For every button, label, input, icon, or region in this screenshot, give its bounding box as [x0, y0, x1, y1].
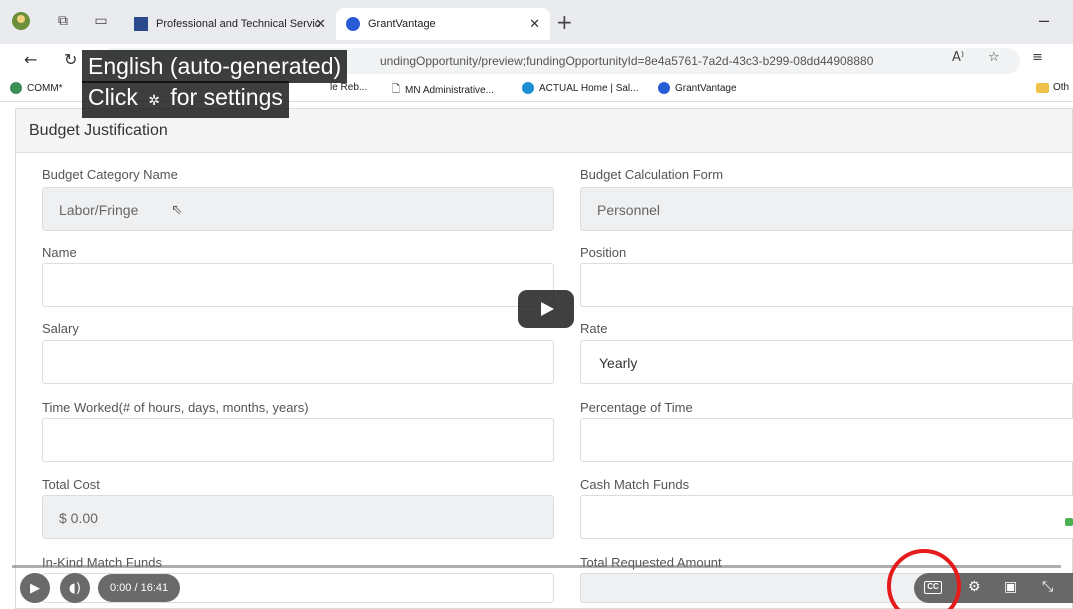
settings-gear-icon[interactable]: ⚙ [968, 579, 981, 595]
budget-calculation-form-label: Budget Calculation Form [580, 167, 724, 182]
input-helper-icon [1065, 518, 1073, 526]
salesforce-icon [522, 82, 534, 94]
budget-category-name-field[interactable]: Labor/Fringe [42, 187, 554, 231]
bookmark-actual-home[interactable]: ACTUAL Home | Sal... [522, 82, 638, 94]
bookmark-reb[interactable]: le Reb... [330, 82, 367, 93]
bookmark-label: le Reb... [330, 82, 368, 93]
position-label: Position [580, 245, 627, 260]
close-tab-icon[interactable]: ✕ [315, 17, 326, 32]
caption-text: for settings [170, 84, 283, 110]
bookmark-icon [10, 82, 22, 94]
rate-select[interactable]: Yearly [580, 340, 1073, 384]
rate-label: Rate [580, 321, 608, 336]
salary-label: Salary [42, 321, 79, 336]
play-button[interactable]: ▶ [20, 573, 50, 603]
bookmark-label: ACTUAL Home | Sal... [539, 82, 639, 94]
refresh-icon[interactable]: ↻ [64, 50, 77, 69]
new-tab-icon[interactable]: + [556, 10, 573, 34]
name-label: Name [42, 245, 77, 260]
tab-actions-icon[interactable]: ▭ [90, 10, 112, 32]
read-aloud-icon[interactable]: A⁾ [952, 50, 964, 65]
budget-category-name-label: Budget Category Name [42, 167, 178, 182]
cash-match-funds-label: Cash Match Funds [580, 477, 690, 492]
fullscreen-icon[interactable]: ⤡ [1042, 579, 1053, 595]
tab-professional-services[interactable]: Professional and Technical Servic ✕ [124, 8, 336, 40]
total-cost-field[interactable]: $ 0.00 [42, 495, 554, 539]
tab-label: GrantVantage [368, 18, 436, 30]
bookmark-comm[interactable]: COMM* [10, 82, 63, 94]
url-text: undingOpportunity/preview;fundingOpportu… [380, 54, 874, 68]
folder-icon [1036, 82, 1049, 93]
budget-calculation-form-field[interactable]: Personnel [580, 187, 1073, 231]
minimize-icon[interactable]: – [1039, 10, 1049, 31]
time-worked-label: Time Worked(# of hours, days, months, ye… [42, 400, 309, 415]
grantvantage-icon [346, 17, 360, 31]
bookmark-label: COMM* [27, 82, 63, 94]
bookmark-grantvantage[interactable]: GrantVantage [658, 82, 737, 94]
caption-line-2: Click ✲ for settings [82, 81, 289, 118]
profile-icon[interactable] [10, 10, 32, 32]
bookmark-label: GrantVantage [675, 82, 737, 94]
page-icon: 🗋 [392, 84, 401, 95]
bookmark-label: MN Administrative... [405, 85, 494, 96]
volume-icon[interactable]: ◖) [60, 573, 90, 603]
back-icon[interactable]: ← [24, 50, 37, 69]
large-play-button[interactable] [518, 290, 574, 328]
bookmark-mn-admin[interactable]: 🗋 MN Administrative... [392, 82, 494, 99]
time-worked-field[interactable] [42, 418, 554, 462]
percentage-of-time-field[interactable] [580, 418, 1073, 462]
workspaces-icon[interactable]: ⧉ [52, 10, 74, 32]
caption-text: Click [88, 84, 138, 110]
total-cost-label: Total Cost [42, 477, 100, 492]
salary-field[interactable] [42, 340, 554, 384]
tab-grantvantage[interactable]: GrantVantage ✕ [336, 8, 550, 40]
grantvantage-icon [658, 82, 670, 94]
state-flag-icon [134, 17, 148, 31]
settings-gear-icon: ✲ [148, 93, 160, 109]
theater-mode-icon[interactable]: ▣ [1004, 579, 1017, 595]
close-tab-icon[interactable]: ✕ [529, 17, 540, 32]
caption-line-1: English (auto-generated) [82, 50, 348, 83]
budget-justification-panel: Budget Justification Budget Category Nam… [15, 108, 1073, 609]
mouse-cursor-icon: ⇖ [171, 202, 183, 218]
tab-label: Professional and Technical Servic [156, 18, 321, 30]
favorite-star-icon[interactable]: ☆ [988, 50, 1000, 65]
cash-match-funds-field[interactable] [580, 495, 1073, 539]
favorites-icon[interactable]: ≡ [1032, 50, 1043, 65]
percentage-of-time-label: Percentage of Time [580, 400, 693, 415]
name-field[interactable] [42, 263, 554, 307]
position-field[interactable] [580, 263, 1073, 307]
bookmark-label: Oth [1053, 82, 1070, 93]
time-display: 0:00 / 16:41 [98, 574, 181, 602]
bookmark-other[interactable]: Oth [1036, 82, 1069, 93]
browser-tab-strip: ⧉ ▭ Professional and Technical Servic ✕ … [0, 0, 1073, 44]
